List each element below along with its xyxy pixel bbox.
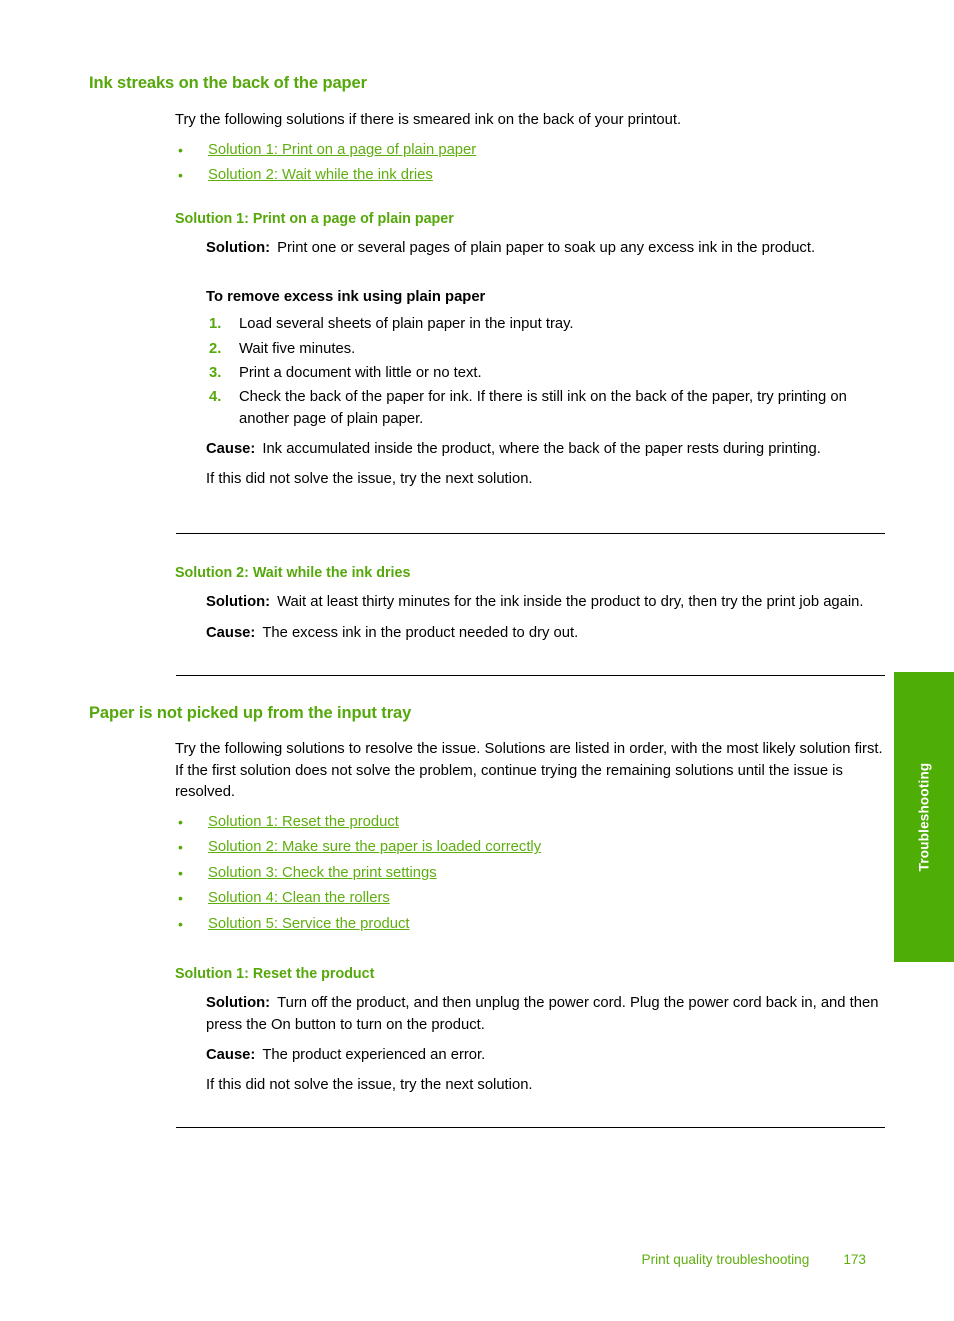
bullet-icon: •: [178, 915, 183, 932]
list-item: 1. Load several sheets of plain paper in…: [206, 314, 886, 335]
step-number: 1.: [209, 316, 222, 333]
procedure-title-remove-excess-ink: To remove excess ink using plain paper: [206, 289, 486, 306]
list-item: • Solution 2: Make sure the paper is loa…: [175, 837, 886, 858]
link-solution-3-print-settings[interactable]: Solution 3: Check the print settings: [208, 865, 437, 881]
solution-2-1-body: Solution: Turn off the product, and then …: [206, 993, 886, 1096]
list-item: • Solution 2: Wait while the ink dries: [175, 165, 886, 186]
link-solution-1-plain-paper[interactable]: Solution 1: Print on a page of plain pap…: [208, 142, 476, 158]
side-tab-label: Troubleshooting: [916, 762, 932, 872]
next-solution-note: If this did not solve the issue, try the…: [206, 471, 533, 488]
step-number: 2.: [209, 340, 222, 357]
section-2-intro: Try the following solutions to resolve t…: [175, 741, 883, 800]
section-separator: [176, 1126, 885, 1128]
cause-label: Cause:: [206, 624, 256, 641]
cause-text: The excess ink in the product needed to …: [262, 624, 579, 641]
section-1-intro: Try the following solutions if there is …: [175, 111, 682, 128]
page-footer: Print quality troubleshooting 173: [0, 1252, 894, 1267]
solution-statement: Solution: Print one or several pages of p…: [206, 238, 886, 259]
list-item: • Solution 5: Service the product: [175, 914, 886, 935]
link-solution-5-service-product[interactable]: Solution 5: Service the product: [208, 916, 410, 932]
next-solution-note: If this did not solve the issue, try the…: [206, 1076, 533, 1093]
bullet-icon: •: [178, 813, 183, 830]
solution-statement: Solution: Turn off the product, and then …: [206, 993, 886, 1035]
bullet-icon: •: [178, 839, 183, 856]
section-2-body: Try the following solutions to resolve t…: [175, 739, 886, 935]
solution-text: Print one or several pages of plain pape…: [277, 240, 816, 257]
solution-label: Solution:: [206, 240, 271, 257]
link-solution-1-reset-product[interactable]: Solution 1: Reset the product: [208, 814, 399, 830]
solution-1-1-body: Solution: Print one or several pages of p…: [206, 238, 886, 490]
subsection-title-solution-2-ink-dries: Solution 2: Wait while the ink dries: [175, 565, 411, 582]
solution-block-1-2: Solution 2: Wait while the ink dries Sol…: [175, 565, 886, 643]
cause-statement: Cause: The product experienced an error.: [206, 1045, 886, 1066]
cause-label: Cause:: [206, 1046, 256, 1063]
cause-statement: Cause: The excess ink in the product need…: [206, 623, 886, 644]
solution-block-2-1: Solution 1: Reset the product Solution: T…: [175, 966, 886, 1096]
document-page: Troubleshooting Ink streaks on the back …: [0, 0, 954, 1321]
step-text: Check the back of the paper for ink. If …: [239, 389, 847, 427]
link-solution-2-paper-loaded[interactable]: Solution 2: Make sure the paper is loade…: [208, 839, 541, 855]
step-text: Wait five minutes.: [239, 340, 356, 357]
list-item: • Solution 3: Check the print settings: [175, 863, 886, 884]
cause-text: The product experienced an error.: [262, 1046, 486, 1063]
solution-1-2-body: Solution: Wait at least thirty minutes fo…: [206, 592, 886, 643]
step-text: Print a document with little or no text.: [239, 365, 482, 381]
step-number: 4.: [209, 389, 222, 406]
footer-chapter-label: Print quality troubleshooting: [641, 1252, 810, 1267]
solution-label: Solution:: [206, 995, 271, 1012]
section-2-link-list: • Solution 1: Reset the product • Soluti…: [175, 812, 886, 935]
procedure-step-list: 1. Load several sheets of plain paper in…: [206, 314, 886, 429]
subsection-title-solution-1-reset-product: Solution 1: Reset the product: [175, 966, 375, 983]
bullet-icon: •: [178, 864, 183, 881]
section-1-body: Try the following solutions if there is …: [175, 110, 886, 187]
subsection-title-solution-1-plain-paper: Solution 1: Print on a page of plain pap…: [175, 210, 454, 227]
page-content: Ink streaks on the back of the paper Try…: [89, 74, 886, 1128]
cause-statement: Cause: Ink accumulated inside the product…: [206, 439, 886, 460]
bullet-icon: •: [178, 141, 183, 158]
solution-block-1-1: Solution 1: Print on a page of plain pap…: [175, 211, 886, 490]
cause-text: Ink accumulated inside the product, wher…: [262, 440, 821, 457]
section-title-ink-streaks: Ink streaks on the back of the paper: [89, 74, 367, 92]
list-item: 2. Wait five minutes.: [206, 339, 886, 360]
step-text: Load several sheets of plain paper in th…: [239, 316, 574, 333]
cause-label: Cause:: [206, 440, 256, 457]
list-item: 4. Check the back of the paper for ink. …: [206, 387, 886, 430]
solution-statement: Solution: Wait at least thirty minutes fo…: [206, 592, 886, 613]
bullet-icon: •: [178, 890, 183, 907]
section-title-paper-not-picked-up: Paper is not picked up from the input tr…: [89, 703, 412, 722]
side-thumb-tab: Troubleshooting: [894, 672, 954, 962]
link-solution-4-clean-rollers[interactable]: Solution 4: Clean the rollers: [208, 890, 390, 906]
solution-label: Solution:: [206, 594, 271, 611]
list-item: 3. Print a document with little or no te…: [206, 363, 886, 384]
bullet-icon: •: [178, 167, 183, 184]
section-1-link-list: • Solution 1: Print on a page of plain p…: [175, 140, 886, 187]
list-item: • Solution 1: Reset the product: [175, 812, 886, 833]
solution-text: Wait at least thirty minutes for the ink…: [277, 594, 864, 611]
footer-page-number: 173: [843, 1252, 866, 1267]
step-number: 3.: [209, 365, 222, 381]
link-solution-2-ink-dries[interactable]: Solution 2: Wait while the ink dries: [208, 167, 433, 183]
list-item: • Solution 4: Clean the rollers: [175, 888, 886, 909]
solution-text: Turn off the product, and then unplug th…: [206, 995, 879, 1033]
list-item: • Solution 1: Print on a page of plain p…: [175, 140, 886, 161]
